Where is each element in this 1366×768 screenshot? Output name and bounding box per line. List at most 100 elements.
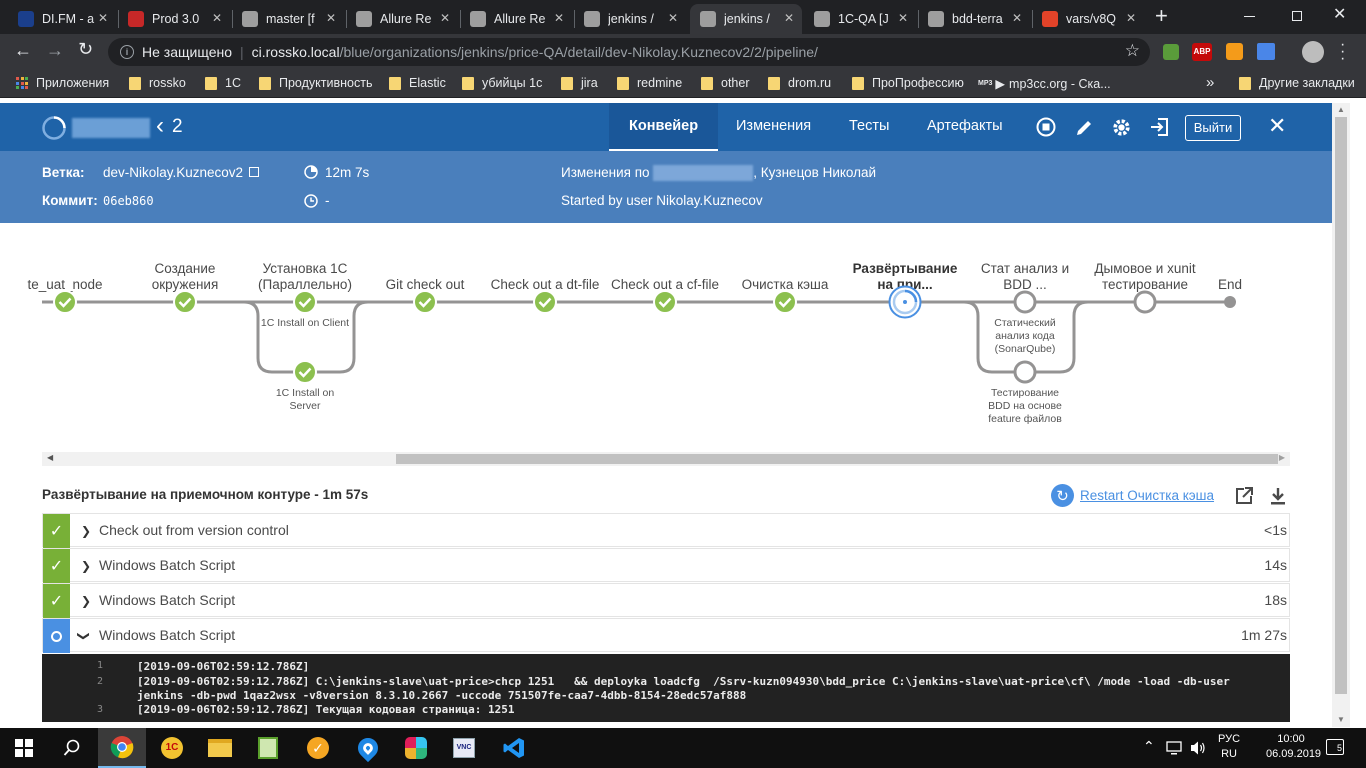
back-arrow[interactable]: ‹ — [156, 113, 164, 139]
adblock-icon[interactable]: ABP — [1192, 43, 1212, 61]
search-button[interactable] — [48, 728, 96, 768]
browser-tab[interactable]: master [f ✕ — [232, 4, 344, 34]
stage-node[interactable] — [772, 289, 798, 315]
bookmark-mp3cc[interactable]: MP3 ▶ mp3cc.org - Ска... — [978, 76, 1111, 92]
taskbar-vnc[interactable]: VNC — [440, 728, 488, 768]
back-button[interactable]: ← — [14, 40, 32, 61]
network-icon[interactable] — [1166, 740, 1182, 756]
new-tab-button[interactable]: + — [1155, 5, 1168, 27]
tab-close-icon[interactable]: ✕ — [98, 11, 108, 25]
tab-close-icon[interactable]: ✕ — [326, 11, 336, 25]
stage-node[interactable] — [172, 289, 198, 315]
step-row[interactable]: ✓ ❯ Windows Batch Script 18s — [42, 583, 1290, 618]
stage-node[interactable] — [1132, 289, 1158, 315]
parallel-branch-label[interactable]: Статический анализ кода (SonarQube) — [980, 317, 1070, 356]
bookmark-jira[interactable]: jira — [561, 76, 598, 90]
bookmark-star-icon[interactable]: ☆ — [1125, 41, 1140, 61]
taskbar-tasks[interactable]: ✓ — [294, 728, 342, 768]
browser-menu-icon[interactable]: · · · — [1340, 37, 1345, 67]
stop-icon[interactable] — [1036, 117, 1056, 137]
parallel-branch-label[interactable]: 1C Install on Server — [260, 387, 350, 413]
taskbar-maps[interactable] — [344, 728, 392, 768]
bookmark-drom[interactable]: drom.ru — [768, 76, 831, 90]
browser-tab[interactable]: Allure Re ✕ — [460, 4, 572, 34]
chevron-right-icon[interactable]: ❯ — [81, 594, 91, 608]
info-icon[interactable]: i — [120, 45, 134, 59]
step-row-expanded[interactable]: ❯ Windows Batch Script 1m 27s — [42, 618, 1290, 653]
action-center-button[interactable]: 5 — [1326, 739, 1344, 755]
system-clock[interactable]: 10:00 06.09.2019 — [1266, 732, 1321, 762]
logout-button[interactable]: Выйти — [1185, 115, 1241, 141]
tab-tests[interactable]: Тесты — [849, 103, 889, 151]
taskbar-1c[interactable]: 1С — [148, 728, 196, 768]
volume-icon[interactable] — [1190, 740, 1206, 756]
download-icon[interactable] — [1269, 486, 1287, 506]
tab-artifacts[interactable]: Артефакты — [927, 103, 1003, 151]
tab-changes[interactable]: Изменения — [736, 103, 811, 151]
profile-avatar[interactable] — [1302, 41, 1324, 63]
open-log-icon[interactable] — [1234, 486, 1254, 506]
stage-node[interactable] — [292, 289, 318, 315]
chevron-right-icon[interactable]: ❯ — [81, 524, 91, 538]
tray-chevron-up-icon[interactable]: ⌃ — [1143, 738, 1155, 755]
taskbar-explorer[interactable] — [196, 728, 244, 768]
keyboard-language[interactable]: РУС RU — [1218, 732, 1240, 762]
taskbar-chrome[interactable] — [98, 728, 146, 768]
page-scrollbar-thumb[interactable] — [1335, 117, 1347, 694]
bookmark-rossko[interactable]: rossko — [129, 76, 186, 90]
extension-icon[interactable] — [1163, 44, 1179, 60]
more-bookmarks-button[interactable]: » — [1206, 74, 1214, 91]
tab-close-icon[interactable]: ✕ — [1126, 11, 1136, 25]
step-row[interactable]: ✓ ❯ Check out from version control <1s — [42, 513, 1290, 548]
tab-close-icon[interactable]: ✕ — [440, 11, 450, 25]
browser-tab[interactable]: Prod 3.0 ✕ — [118, 4, 230, 34]
close-window-button[interactable]: ✕ — [1333, 4, 1346, 24]
chevron-right-icon[interactable]: ❯ — [81, 559, 91, 573]
browser-tab[interactable]: DI.FM - a ✕ — [8, 4, 116, 34]
page-scrollbar[interactable]: ▲ ▼ — [1332, 103, 1350, 727]
branch-link[interactable]: dev-Nikolay.Kuznecov2 — [103, 165, 259, 180]
reload-button[interactable]: ↻ — [78, 39, 93, 60]
open-classic-icon[interactable] — [1149, 117, 1170, 137]
tab-close-icon[interactable]: ✕ — [1012, 11, 1022, 25]
stage-node[interactable] — [532, 289, 558, 315]
bookmark-1c[interactable]: 1C — [205, 76, 241, 90]
tab-close-icon[interactable]: ✕ — [784, 11, 794, 25]
stage-node[interactable] — [412, 289, 438, 315]
browser-tab[interactable]: jenkins / ✕ — [690, 4, 802, 34]
address-bar[interactable]: i Не защищено | ci.rossko.local/blue/org… — [108, 38, 1150, 66]
bookmark-productivity[interactable]: Продуктивность — [259, 76, 372, 90]
parallel-branch-label[interactable]: Тестирование BDD на основе feature файло… — [980, 387, 1070, 426]
close-icon[interactable]: ✕ — [1268, 113, 1286, 139]
taskbar-notepad[interactable] — [244, 728, 292, 768]
bookmark-other-bookmarks[interactable]: Другие закладки — [1239, 76, 1355, 90]
bookmark-apps[interactable]: Приложения — [16, 76, 109, 90]
tab-pipeline[interactable]: Конвейер — [609, 103, 719, 151]
windows-start-button[interactable] — [0, 728, 48, 768]
translate-icon[interactable] — [1257, 43, 1275, 60]
tab-close-icon[interactable]: ✕ — [212, 11, 222, 25]
stage-node[interactable] — [1223, 295, 1237, 309]
parallel-branch-node[interactable] — [1012, 359, 1038, 385]
rss-icon[interactable] — [1226, 43, 1243, 60]
browser-tab[interactable]: vars/v8Q ✕ — [1032, 4, 1144, 34]
bookmark-proprofession[interactable]: ПроПрофессию — [852, 76, 964, 90]
stage-node[interactable] — [888, 285, 922, 319]
tab-close-icon[interactable]: ✕ — [898, 11, 908, 25]
stage-node[interactable] — [52, 289, 78, 315]
restart-stage-link[interactable]: ↻ Restart Очистка кэша — [1051, 484, 1214, 507]
pipeline-scrollbar-thumb[interactable] — [396, 454, 1278, 464]
browser-tab[interactable]: 1C-QA [J ✕ — [804, 4, 916, 34]
step-row[interactable]: ✓ ❯ Windows Batch Script 14s — [42, 548, 1290, 583]
parallel-branch-node[interactable] — [292, 359, 318, 385]
bookmark-other[interactable]: other — [701, 76, 750, 90]
pipeline-horizontal-scrollbar[interactable]: ◀ ▶ — [42, 452, 1290, 466]
forward-button[interactable]: → — [46, 40, 64, 61]
stage-node[interactable] — [652, 289, 678, 315]
bookmark-killers-1c[interactable]: убийцы 1с — [462, 76, 542, 90]
gear-icon[interactable] — [1111, 117, 1132, 138]
browser-tab[interactable]: jenkins / ✕ — [574, 4, 686, 34]
browser-tab[interactable]: bdd-terra ✕ — [918, 4, 1030, 34]
stage-label[interactable]: End — [1210, 277, 1250, 293]
chevron-down-icon[interactable]: ❯ — [77, 631, 91, 641]
